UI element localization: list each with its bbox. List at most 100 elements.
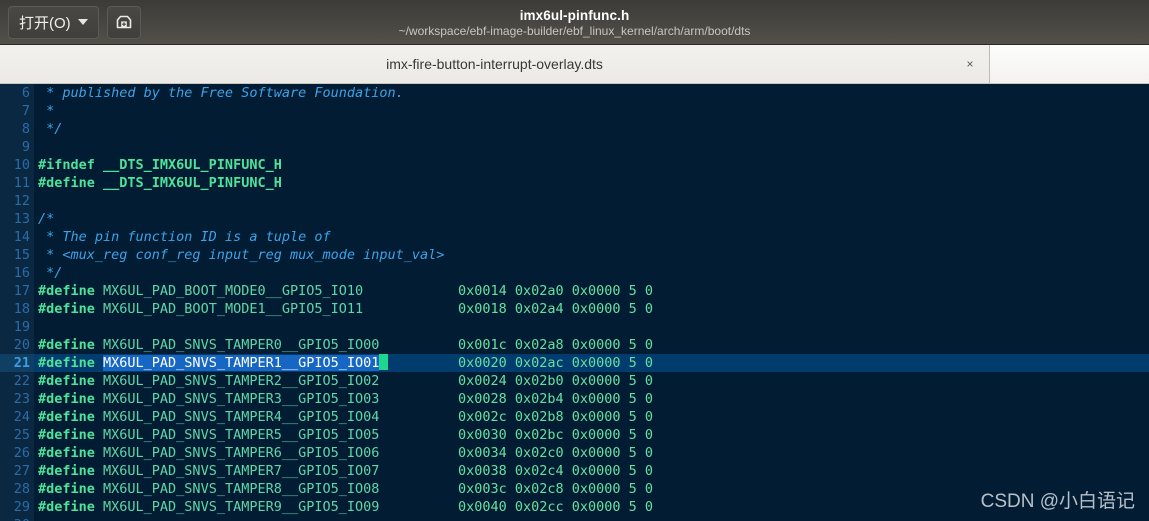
directive-keyword: #define — [38, 409, 104, 425]
code-line[interactable]: 28 0x003c 0x02c8 0x0000 5 0 #define MX6UL_… — [0, 480, 1149, 498]
code-line[interactable]: 10 #ifndef __DTS_IMX6UL_PINFUNC_H — [0, 156, 1149, 174]
code-line[interactable]: 20 0x001c 0x02a8 0x0000 5 0 #define MX6UL_… — [0, 336, 1149, 354]
line-content: #define MX6UL_PAD_SNVS_TAMPER0__GPIO5_IO… — [38, 336, 379, 354]
line-content: */ — [38, 120, 62, 138]
line-number: 19 — [0, 318, 34, 336]
line-content: #define MX6UL_PAD_BOOT_MODE1__GPIO5_IO11 — [38, 300, 363, 318]
text-cursor — [379, 354, 389, 370]
line-number: 27 — [0, 462, 34, 480]
tab-strip-empty-area — [990, 45, 1149, 83]
code-line[interactable]: 21 0x0020 0x02ac 0x0000 5 0 #define MX6UL_… — [0, 354, 1149, 372]
line-number: 11 — [0, 174, 34, 192]
directive-keyword: #define — [38, 337, 104, 353]
macro-name: MX6UL_PAD_SNVS_TAMPER5__GPIO5_IO05 — [103, 427, 380, 443]
line-number: 10 — [0, 156, 34, 174]
code-line[interactable]: 18 0x0018 0x02a4 0x0000 5 0 #define MX6UL_… — [0, 300, 1149, 318]
code-line[interactable]: 6 * published by the Free Software Found… — [0, 84, 1149, 102]
code-line[interactable]: 30 — [0, 516, 1149, 521]
line-number: 18 — [0, 300, 34, 318]
close-icon[interactable]: × — [961, 55, 979, 73]
code-line[interactable]: 17 0x0014 0x02a0 0x0000 5 0 #define MX6UL_… — [0, 282, 1149, 300]
macro-name: MX6UL_PAD_SNVS_TAMPER0__GPIO5_IO00 — [103, 337, 380, 353]
tab-strip: imx-fire-button-interrupt-overlay.dts × — [0, 45, 1149, 84]
line-number: 17 — [0, 282, 34, 300]
macro-name: MX6UL_PAD_BOOT_MODE0__GPIO5_IO10 — [103, 283, 364, 299]
directive-keyword: #define — [38, 355, 104, 371]
code-line[interactable]: 27 0x0038 0x02c4 0x0000 5 0 #define MX6UL_… — [0, 462, 1149, 480]
macro-values: 0x0020 0x02ac 0x0000 5 0 — [458, 355, 654, 371]
directive-keyword: #define — [38, 463, 104, 479]
code-line[interactable]: 29 0x0040 0x02cc 0x0000 5 0 #define MX6UL_… — [0, 498, 1149, 516]
code-line[interactable]: 22 0x0024 0x02b0 0x0000 5 0 #define MX6UL_… — [0, 372, 1149, 390]
code-line[interactable]: 23 0x0028 0x02b4 0x0000 5 0 #define MX6UL_… — [0, 390, 1149, 408]
line-content: * The pin function ID is a tuple of — [38, 228, 331, 246]
macro-name: MX6UL_PAD_SNVS_TAMPER3__GPIO5_IO03 — [103, 391, 380, 407]
macro-values: 0x0030 0x02bc 0x0000 5 0 — [458, 427, 654, 443]
comment-text: * published by the Free Software Foundat… — [38, 85, 404, 101]
macro-name: MX6UL_PAD_SNVS_TAMPER2__GPIO5_IO02 — [103, 373, 380, 389]
comment-text: * The pin function ID is a tuple of — [38, 229, 331, 245]
line-number: 20 — [0, 336, 34, 354]
line-content: #ifndef __DTS_IMX6UL_PINFUNC_H — [38, 156, 282, 174]
code-line[interactable]: 15 * <mux_reg conf_reg input_reg mux_mod… — [0, 246, 1149, 264]
macro-name: MX6UL_PAD_SNVS_TAMPER6__GPIO5_IO06 — [103, 445, 380, 461]
toolbar-left-buttons: 打开(O) — [8, 5, 141, 39]
code-line[interactable]: 8 */ — [0, 120, 1149, 138]
line-number: 25 — [0, 426, 34, 444]
macro-name: MX6UL_PAD_SNVS_TAMPER9__GPIO5_IO09 — [103, 499, 380, 515]
code-line[interactable]: 12 — [0, 192, 1149, 210]
line-number: 15 — [0, 246, 34, 264]
code-line[interactable]: 7 * — [0, 102, 1149, 120]
code-editor[interactable]: 6 * published by the Free Software Found… — [0, 84, 1149, 521]
directive-keyword: #define — [38, 301, 104, 317]
line-content: #define __DTS_IMX6UL_PINFUNC_H — [38, 174, 282, 192]
line-content: * — [38, 102, 54, 120]
titlebar: 打开(O) imx6ul-pinfunc.h ~/workspace/ebf-i… — [0, 0, 1149, 45]
line-number: 6 — [0, 84, 34, 102]
page-title: imx6ul-pinfunc.h — [519, 7, 630, 23]
selected-macro-name: MX6UL_PAD_SNVS_TAMPER1__GPIO5_IO01 — [103, 355, 380, 371]
line-number: 7 — [0, 102, 34, 120]
code-line[interactable]: 13/* — [0, 210, 1149, 228]
save-disk-icon — [116, 15, 131, 29]
code-line[interactable]: 11 #define __DTS_IMX6UL_PINFUNC_H — [0, 174, 1149, 192]
code-lines[interactable]: 6 * published by the Free Software Found… — [0, 84, 1149, 521]
line-number: 29 — [0, 498, 34, 516]
tab-imx-fire-button-interrupt-overlay-dts[interactable]: imx-fire-button-interrupt-overlay.dts × — [0, 45, 990, 83]
line-content: #define MX6UL_PAD_SNVS_TAMPER4__GPIO5_IO… — [38, 408, 379, 426]
line-number: 26 — [0, 444, 34, 462]
line-content: * published by the Free Software Foundat… — [38, 84, 404, 102]
window-path: ~/workspace/ebf-image-builder/ebf_linux_… — [398, 23, 751, 38]
open-button-label: 打开(O) — [19, 14, 71, 32]
open-button[interactable]: 打开(O) — [8, 5, 99, 39]
code-line[interactable]: 25 0x0030 0x02bc 0x0000 5 0 #define MX6UL_… — [0, 426, 1149, 444]
directive-keyword: #define — [38, 427, 104, 443]
macro-name: MX6UL_PAD_SNVS_TAMPER8__GPIO5_IO08 — [103, 481, 380, 497]
code-line[interactable]: 16 */ — [0, 264, 1149, 282]
window-title-block: imx6ul-pinfunc.h ~/workspace/ebf-image-b… — [0, 0, 1149, 45]
comment-text: /* — [38, 211, 55, 227]
line-number: 23 — [0, 390, 34, 408]
line-content: /* — [38, 210, 54, 228]
macro-values: 0x0040 0x02cc 0x0000 5 0 — [458, 499, 654, 515]
line-content: #define MX6UL_PAD_SNVS_TAMPER1__GPIO5_IO… — [38, 354, 389, 372]
code-line[interactable]: 14 * The pin function ID is a tuple of — [0, 228, 1149, 246]
code-line[interactable]: 24 0x002c 0x02b8 0x0000 5 0 #define MX6UL_… — [0, 408, 1149, 426]
code-line[interactable]: 9 — [0, 138, 1149, 156]
macro-values: 0x003c 0x02c8 0x0000 5 0 — [458, 481, 654, 497]
macro-values: 0x0018 0x02a4 0x0000 5 0 — [458, 301, 654, 317]
chevron-down-icon — [77, 19, 88, 25]
line-content: #define MX6UL_PAD_SNVS_TAMPER3__GPIO5_IO… — [38, 390, 379, 408]
comment-text: * — [38, 103, 55, 119]
line-content: */ — [38, 264, 62, 282]
save-button[interactable] — [106, 5, 141, 39]
code-line[interactable]: 19 — [0, 318, 1149, 336]
directive-keyword: #define — [38, 445, 104, 461]
line-number: 28 — [0, 480, 34, 498]
code-line[interactable]: 26 0x0034 0x02c0 0x0000 5 0 #define MX6UL_… — [0, 444, 1149, 462]
macro-values: 0x0014 0x02a0 0x0000 5 0 — [458, 283, 654, 299]
directive-keyword: #define — [38, 283, 104, 299]
line-content: * <mux_reg conf_reg input_reg mux_mode i… — [38, 246, 444, 264]
line-number: 14 — [0, 228, 34, 246]
preprocessor-text: #define __DTS_IMX6UL_PINFUNC_H — [38, 175, 282, 191]
